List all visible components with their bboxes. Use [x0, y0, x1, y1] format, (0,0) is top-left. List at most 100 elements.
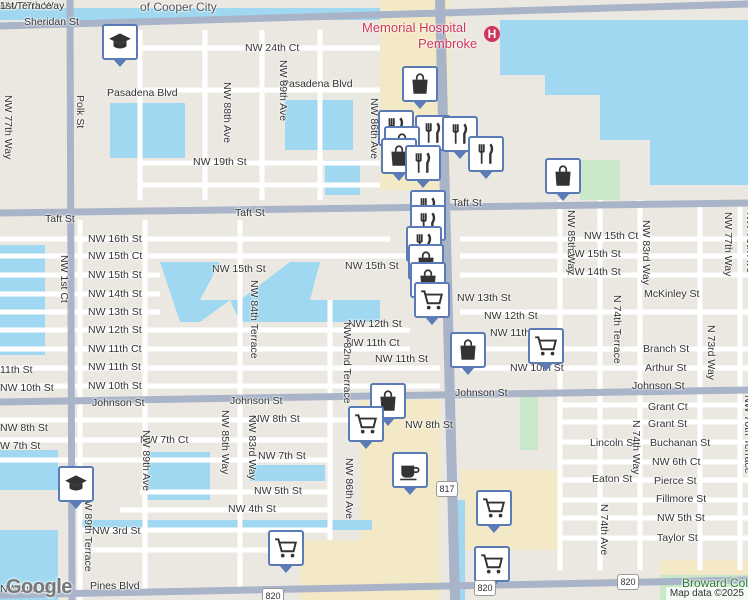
- map-attribution[interactable]: Map data ©2025: [665, 587, 748, 600]
- street-label-nw-11th-st-c: NW 11th St: [375, 353, 428, 365]
- street-label-grant-st: Grant St: [648, 418, 688, 430]
- street-label-n-73rd-way: N 73rd Way: [705, 325, 717, 381]
- street-label-nw-11th-st-w: NW 11th St: [88, 361, 141, 373]
- route-shield-817: 817: [436, 481, 458, 497]
- poi-grocery-24[interactable]: [476, 490, 512, 533]
- street-label-nw-8th-st-2: NW 8th St: [405, 419, 453, 431]
- poi-grocery-22[interactable]: [348, 406, 384, 449]
- street-label-nw-84th-terrace: NW 84th Terrace: [248, 280, 260, 359]
- street-label-11th-st-far-w: 11th St: [0, 364, 33, 376]
- fork-knife-icon: [473, 141, 499, 167]
- hospital-name-line1: Memorial Hospital: [362, 20, 467, 35]
- shopping-cart-icon: [479, 551, 505, 577]
- google-logo: Google: [6, 576, 72, 598]
- street-label-grant-ct: Grant Ct: [648, 401, 688, 413]
- poi-restaurant-8[interactable]: [468, 136, 504, 179]
- street-label-eaton: Eaton St: [592, 473, 633, 485]
- street-label-nw-1st-ct: NW 1st Ct: [58, 255, 70, 303]
- graduation-cap-icon: [63, 471, 89, 497]
- shopping-bag-icon: [455, 337, 481, 363]
- street-label-nw-12th-st-e: NW 12th St: [484, 310, 538, 322]
- street-label-w-7th-st: W 7th St: [0, 440, 41, 452]
- street-label-n-74th-way: N 74th Way: [630, 420, 642, 475]
- street-label-pines-blvd: Pines Blvd: [90, 580, 140, 592]
- poi-grocery-16[interactable]: [528, 328, 564, 371]
- street-label-taylor: Taylor St: [657, 532, 698, 544]
- street-label-nw-77th-way-1: NW 77th Way: [722, 212, 734, 277]
- shopping-cart-icon: [273, 535, 299, 561]
- hospital-name-line2: Pembroke: [418, 36, 478, 51]
- street-label-nw-83rd-way-1: NW 83rd Way: [246, 415, 258, 480]
- poi-grocery-23[interactable]: [268, 530, 304, 573]
- poi-grocery-19[interactable]: [414, 282, 450, 325]
- street-label-nw-4th-st: NW 4th St: [228, 503, 276, 515]
- street-label-nw-83rd-way-2: NW 83rd Way: [640, 220, 652, 285]
- street-label-johnson-2: Johnson St: [230, 395, 283, 407]
- street-label-fillmore: Fillmore St: [656, 493, 707, 505]
- street-label-nw-10th-st-w: NW 10th St: [88, 380, 142, 392]
- street-label-johnson-1: Johnson St: [92, 397, 145, 409]
- street-label-nw-85th-way-1: NW 85th Way: [219, 410, 231, 475]
- poi-restaurant-10[interactable]: [405, 145, 441, 188]
- street-label-nw-89th-terrace: NW 89th Terrace: [82, 493, 94, 572]
- street-label-nw-15th-st-c1: NW 15th St: [212, 263, 266, 275]
- street-label-johnson-3: Johnson St: [455, 387, 508, 399]
- street-label-nw-15th-ct-e: NW 15th Ct: [584, 230, 639, 242]
- street-label-nw-19th-st: NW 19th St: [193, 156, 247, 168]
- street-label-mckinley: McKinley St: [644, 288, 700, 300]
- street-label-nw-16th-st: NW 16th St: [88, 233, 142, 245]
- street-label-nw-8th-st: NW 8th St: [252, 413, 300, 425]
- fork-knife-icon: [410, 150, 436, 176]
- poi-shopping-3[interactable]: [402, 66, 438, 109]
- shopping-cart-icon: [419, 287, 445, 313]
- street-label-polk: Polk St: [74, 95, 86, 129]
- street-label-nw-15th-st-w: NW 15th St: [88, 269, 142, 281]
- street-label-nw-12th-st-w: NW 12th St: [88, 324, 142, 336]
- street-label-nw-89th-ave-2: NW 89th Ave: [277, 60, 289, 122]
- street-label-nw-24th-ct: NW 24th Ct: [245, 42, 300, 54]
- map-canvas[interactable]: Sheridan St NW 24th Ct Pasadena Blvd Pasade…: [0, 0, 748, 600]
- street-label-pasadena-blvd-2: Pasadena Blvd: [107, 87, 178, 99]
- street-label-nw-7th-st: NW 7th St: [258, 450, 306, 462]
- shopping-bag-icon: [550, 163, 576, 189]
- street-label-n-74th-terrace: N 74th Terrace: [611, 295, 623, 364]
- street-label-pierce: Pierce St: [654, 475, 697, 487]
- street-label-nw-76th-terrace: NW 76th Terrace: [742, 395, 748, 474]
- street-label-nw-6th-ct: NW 6th Ct: [652, 456, 701, 468]
- street-label-1st-terrace: 1st Terrace: [0, 0, 52, 12]
- hospital-label-line2: Pembroke: [418, 36, 477, 51]
- hospital-label[interactable]: Memorial Hospital: [362, 20, 466, 35]
- street-label-branch: Branch St: [643, 343, 690, 355]
- street-label-nw-77th-way-2: NW 77th Way: [2, 95, 14, 160]
- street-label-nw-15th-st-c2: NW 15th St: [345, 260, 399, 272]
- street-label-nw-8th-st-far-w: NW 8th St: [0, 422, 48, 434]
- street-label-nw-10th-st-far-w: NW 10th St: [0, 382, 54, 394]
- poi-grocery-25[interactable]: [474, 546, 510, 589]
- shopping-cart-icon: [533, 333, 559, 359]
- street-label-nw-5th-st: NW 5th St: [254, 485, 302, 497]
- street-label-buchanan: Buchanan St: [650, 437, 711, 449]
- street-label-nw-85th-way-2: NW 85th Way: [565, 210, 577, 275]
- poi-shopping-17[interactable]: [450, 332, 486, 375]
- coffee-cup-icon: [397, 457, 423, 483]
- street-label-nw-14th-st-w: NW 14th St: [88, 288, 142, 300]
- street-label-arthur: Arthur St: [645, 362, 687, 374]
- city-label: of Cooper City: [140, 0, 217, 14]
- street-label-nw-88th-ave: NW 88th Ave: [221, 82, 233, 144]
- street-label-nw-5th-st-e: NW 5th St: [657, 512, 705, 524]
- shopping-bag-icon: [407, 71, 433, 97]
- hospital-icon[interactable]: H: [484, 26, 500, 42]
- street-label-taft-2: Taft St: [45, 213, 75, 225]
- route-shield-820-1: 820: [617, 574, 639, 590]
- street-label-sheridan: Sheridan St: [24, 16, 79, 28]
- street-label-taft-3: Taft St: [452, 197, 482, 209]
- poi-school-2[interactable]: [58, 466, 94, 509]
- poi-cafe-21[interactable]: [392, 452, 428, 495]
- shopping-cart-icon: [481, 495, 507, 521]
- street-label-nw-13th-st-e: NW 13th St: [457, 292, 511, 304]
- street-label-nw-11th-e: NW 11th: [490, 327, 531, 339]
- street-label-nw-12th-st-c: NW 12th St: [348, 318, 402, 330]
- shopping-cart-icon: [353, 411, 379, 437]
- poi-shopping-12[interactable]: [545, 158, 581, 201]
- poi-school-1[interactable]: [102, 24, 138, 67]
